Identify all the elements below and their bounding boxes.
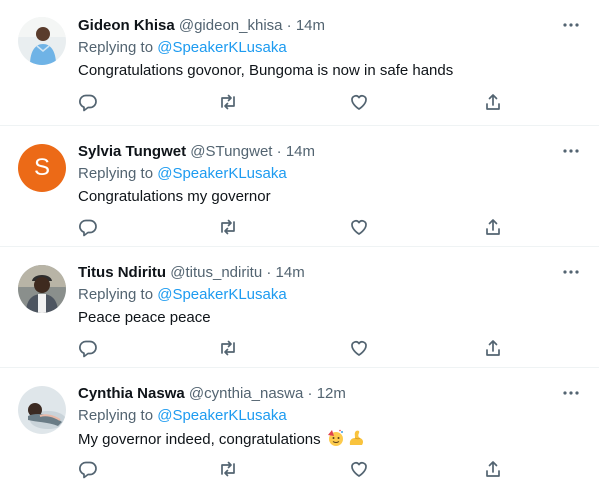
like-icon <box>351 341 367 356</box>
reply-icon <box>79 340 97 358</box>
share-icon <box>486 461 500 477</box>
display-name[interactable]: Titus Ndiritu <box>78 264 166 281</box>
avatar[interactable]: S <box>18 144 66 192</box>
reply-button[interactable] <box>78 217 98 237</box>
more-options-button[interactable] <box>561 383 581 403</box>
user-handle[interactable]: @titus_ndiritu <box>170 264 262 281</box>
reply-icon <box>79 94 97 112</box>
mention-link[interactable]: @SpeakerKLusaka <box>157 407 286 424</box>
separator-dot: · <box>286 17 292 34</box>
replying-to-label: Replying to <box>78 165 158 182</box>
retweet-icon <box>221 340 235 356</box>
display-name[interactable]: Gideon Khisa <box>78 17 175 34</box>
more-options-button[interactable] <box>561 262 581 282</box>
retweet-icon <box>221 219 235 235</box>
separator-dot: · <box>307 385 313 402</box>
tweet-header: Titus Ndiritu @titus_ndiritu · 14m <box>78 263 305 283</box>
share-button[interactable] <box>483 338 503 358</box>
reply-button[interactable] <box>78 459 98 479</box>
reply-icon <box>79 461 97 479</box>
user-handle[interactable]: @gideon_khisa <box>179 17 283 34</box>
retweet-button[interactable] <box>218 459 238 479</box>
replying-to: Replying to @SpeakerKLusaka <box>78 38 287 58</box>
more-options-button[interactable] <box>561 15 581 35</box>
flexed-biceps-emoji <box>347 429 365 453</box>
tweet-actions <box>78 338 508 358</box>
share-icon <box>486 94 500 110</box>
tweet-text: My governor indeed, congratulations <box>78 429 365 453</box>
mention-link[interactable]: @SpeakerKLusaka <box>157 39 286 56</box>
replying-to-label: Replying to <box>78 407 158 424</box>
replying-to: Replying to @SpeakerKLusaka <box>78 406 287 426</box>
replying-to-label: Replying to <box>78 39 158 56</box>
more-horizontal-icon <box>563 23 579 27</box>
like-icon <box>351 95 367 110</box>
tweet-actions <box>78 217 508 237</box>
tweet-header: Gideon Khisa @gideon_khisa · 14m <box>78 16 325 36</box>
tweet-actions <box>78 459 508 479</box>
more-horizontal-icon <box>563 270 579 274</box>
tweet-header: Cynthia Naswa @cynthia_naswa · 12m <box>78 384 346 404</box>
like-button[interactable] <box>349 217 369 237</box>
replying-to: Replying to @SpeakerKLusaka <box>78 164 287 184</box>
retweet-icon <box>221 461 235 477</box>
tweet[interactable]: Cynthia Naswa @cynthia_naswa · 12m Reply… <box>0 368 599 479</box>
share-icon <box>486 340 500 356</box>
user-handle[interactable]: @cynthia_naswa <box>189 385 303 402</box>
partying-face-emoji <box>327 429 345 453</box>
replying-to: Replying to @SpeakerKLusaka <box>78 285 287 305</box>
retweet-button[interactable] <box>218 217 238 237</box>
user-handle[interactable]: @STungwet <box>190 143 272 160</box>
avatar[interactable] <box>18 17 66 65</box>
separator-dot: · <box>266 264 272 281</box>
share-button[interactable] <box>483 459 503 479</box>
reply-button[interactable] <box>78 92 98 112</box>
reply-icon <box>79 219 97 237</box>
mention-link[interactable]: @SpeakerKLusaka <box>157 165 286 182</box>
tweet-text-content: My governor indeed, congratulations <box>78 431 321 448</box>
tweet[interactable]: S Sylvia Tungwet @STungwet · 14m Replyin… <box>0 126 599 247</box>
like-button[interactable] <box>349 459 369 479</box>
avatar[interactable] <box>18 265 66 313</box>
tweet[interactable]: Titus Ndiritu @titus_ndiritu · 14m Reply… <box>0 247 599 368</box>
separator-dot: · <box>276 143 282 160</box>
timestamp[interactable]: 14m <box>276 264 305 281</box>
retweet-icon <box>221 94 235 110</box>
share-icon <box>486 219 500 235</box>
like-icon <box>351 220 367 235</box>
share-button[interactable] <box>483 217 503 237</box>
tweet-text: Congratulations my governor <box>78 188 271 205</box>
tweet-text: Peace peace peace <box>78 309 211 326</box>
timestamp[interactable]: 14m <box>286 143 315 160</box>
like-icon <box>351 462 367 477</box>
timestamp[interactable]: 14m <box>296 17 325 34</box>
tweet-text: Congratulations govonor, Bungoma is now … <box>78 62 454 79</box>
tweet[interactable]: Gideon Khisa @gideon_khisa · 14m Replyin… <box>0 0 599 126</box>
retweet-button[interactable] <box>218 92 238 112</box>
like-button[interactable] <box>349 92 369 112</box>
retweet-button[interactable] <box>218 338 238 358</box>
replying-to-label: Replying to <box>78 286 158 303</box>
display-name[interactable]: Sylvia Tungwet <box>78 143 186 160</box>
tweet-actions <box>78 92 508 112</box>
avatar[interactable] <box>18 386 66 434</box>
share-button[interactable] <box>483 92 503 112</box>
more-horizontal-icon <box>563 391 579 395</box>
like-button[interactable] <box>349 338 369 358</box>
mention-link[interactable]: @SpeakerKLusaka <box>157 286 286 303</box>
timestamp[interactable]: 12m <box>317 385 346 402</box>
reply-button[interactable] <box>78 338 98 358</box>
more-horizontal-icon <box>563 149 579 153</box>
reply-timeline: Gideon Khisa @gideon_khisa · 14m Replyin… <box>0 0 599 479</box>
display-name[interactable]: Cynthia Naswa <box>78 385 185 402</box>
tweet-header: Sylvia Tungwet @STungwet · 14m <box>78 142 315 162</box>
more-options-button[interactable] <box>561 141 581 161</box>
